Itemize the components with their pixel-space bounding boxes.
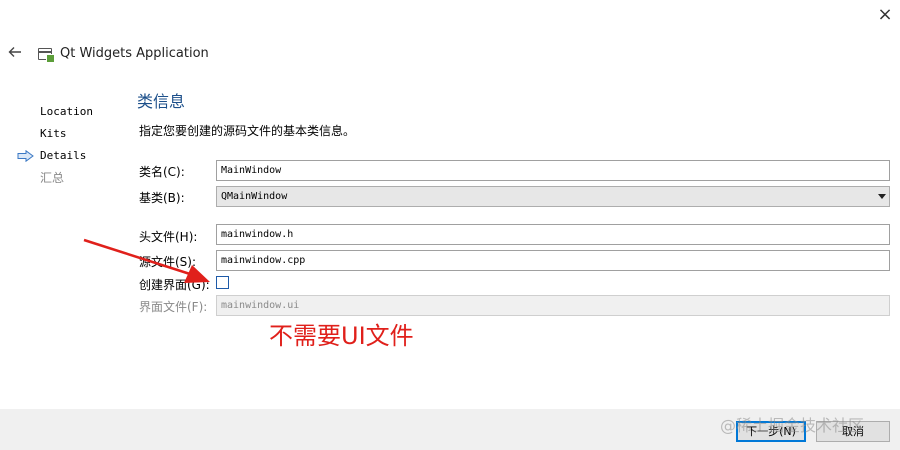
next-button[interactable]: 下一步(N) <box>736 421 806 442</box>
header-file-input[interactable]: mainwindow.h <box>216 224 890 245</box>
generate-form-label: 创建界面(G): <box>139 278 210 292</box>
step-kits: Kits <box>40 127 67 140</box>
base-class-label: 基类(B): <box>139 191 185 205</box>
generate-form-checkbox[interactable] <box>216 276 229 289</box>
close-button[interactable]: × <box>874 4 896 26</box>
back-arrow-icon[interactable] <box>6 43 24 61</box>
cancel-button[interactable]: 取消 <box>816 421 890 442</box>
form-file-input: mainwindow.ui <box>216 295 890 316</box>
page-heading: 类信息 <box>137 92 186 111</box>
wizard-steps: Location Kits Details 汇总 <box>40 106 93 194</box>
form-file-label: 界面文件(F): <box>139 300 208 314</box>
base-class-value: QMainWindow <box>221 191 288 202</box>
class-name-label: 类名(C): <box>139 165 185 179</box>
dropdown-arrow-icon[interactable] <box>878 194 886 199</box>
annotation-text: 不需要UI文件 <box>269 322 414 350</box>
page-description: 指定您要创建的源码文件的基本类信息。 <box>139 124 356 138</box>
source-file-label: 源文件(S): <box>139 255 197 269</box>
wizard-title: Qt Widgets Application <box>60 46 209 61</box>
step-summary: 汇总 <box>40 171 65 185</box>
source-file-input[interactable]: mainwindow.cpp <box>216 250 890 271</box>
step-location: Location <box>40 105 93 118</box>
base-class-select[interactable]: QMainWindow <box>216 186 890 207</box>
header-file-label: 头文件(H): <box>139 230 198 244</box>
qt-app-icon <box>38 48 55 63</box>
current-step-arrow-icon <box>17 150 34 162</box>
class-name-input[interactable]: MainWindow <box>216 160 890 181</box>
step-details: Details <box>40 149 87 162</box>
close-icon: × <box>877 4 893 25</box>
